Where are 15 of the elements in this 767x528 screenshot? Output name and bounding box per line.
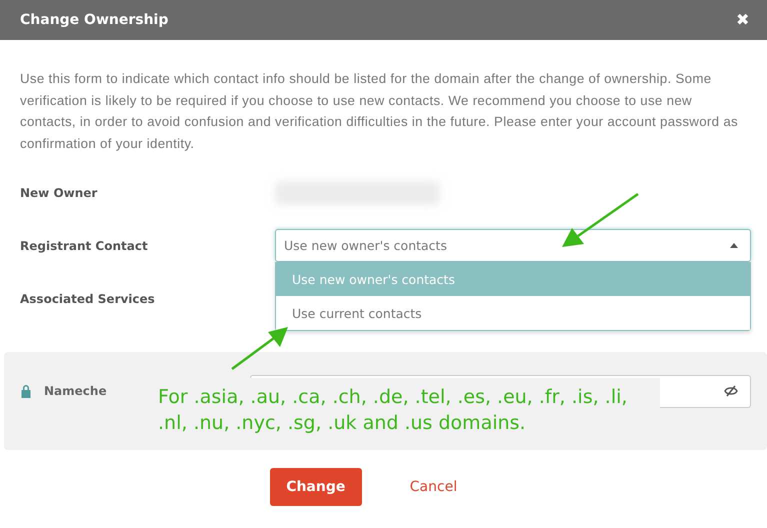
contact-select[interactable]: Use new owner's contacts [275,229,751,262]
field-label: Associated Services [20,292,156,306]
dropdown-option[interactable]: Use current contacts [276,296,750,330]
cancel-link[interactable]: Cancel [410,479,458,495]
field-label: Nameche [44,384,107,398]
annotation-text: .nl, .nu, .nyc, .sg, .uk and .us domains. [158,411,526,436]
close-button[interactable]: ✖ [736,10,749,30]
dialog-title: Change Ownership [20,12,168,28]
change-button[interactable]: Change [270,468,362,506]
field-label: Registrant Contact [20,238,149,252]
caret-icon [730,243,738,248]
intro-text: Use this form to indicate which contact info should be listed for the domain after the change of ownership. Some verification is likely to be required if you choose to use new contacts. We recommend you choose to use new contacts, in order to avoid confusion and verification difficulties in the future. Please enter your account password as confirmation of your identity. [20,70,739,153]
field-label: New Owner [20,186,98,200]
annotation-arrow [231,327,288,370]
lock-icon [20,384,32,398]
